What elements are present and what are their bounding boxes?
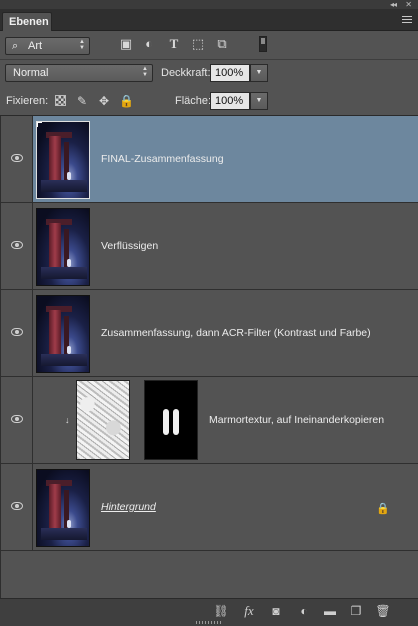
panel-top-strip: ◂◂ ✕ xyxy=(0,0,418,9)
chevron-updown-icon: ▲ ▼ xyxy=(142,66,148,78)
fill-input[interactable]: 100% xyxy=(210,92,250,110)
group-folder-icon[interactable]: ▬ xyxy=(322,603,338,619)
blend-row: Normal ▲ ▼ Deckkraft: 100% ▼ xyxy=(0,60,418,88)
adjustment-layer-icon[interactable]: ◐ xyxy=(296,603,312,619)
smart-object-filter-icon[interactable]: ⧉ xyxy=(214,36,230,52)
eye-icon xyxy=(11,241,23,249)
blend-mode-select[interactable]: Normal ▲ ▼ xyxy=(5,64,153,82)
lock-transparency-icon[interactable] xyxy=(55,95,66,106)
blend-mode-label: Normal xyxy=(13,67,49,79)
shape-filter-icon[interactable]: ⬚ xyxy=(190,36,206,52)
layer-mask-thumbnail[interactable] xyxy=(144,380,198,460)
filter-toggle-switch[interactable] xyxy=(259,36,267,52)
fill-label: Fläche: xyxy=(175,95,212,107)
layer-thumbnail xyxy=(76,380,130,460)
eye-icon xyxy=(11,415,23,423)
layer-thumbnail xyxy=(36,469,90,547)
eye-icon xyxy=(11,328,23,336)
visibility-toggle[interactable] xyxy=(1,203,33,289)
collapse-panel-icon[interactable]: ◂◂ xyxy=(390,0,397,9)
link-icon[interactable]: ⛓ xyxy=(213,603,229,619)
resize-grip[interactable] xyxy=(196,621,222,624)
mask-icon[interactable]: ◙ xyxy=(268,603,284,619)
layer-name[interactable]: Zusammenfassung, dann ACR-Filter (Kontra… xyxy=(101,327,371,339)
image-filter-icon[interactable]: ▣ xyxy=(118,36,134,52)
panel-tab-bar: Ebenen xyxy=(0,9,418,31)
lock-brush-icon[interactable]: ✎ xyxy=(75,94,89,108)
lock-position-icon[interactable]: ✥ xyxy=(97,94,111,108)
layer-row[interactable]: ↓ Marmortextur, auf Ineinanderkopieren xyxy=(1,377,418,464)
layer-row[interactable]: Hintergrund 🔒 xyxy=(1,464,418,551)
search-icon: ⌕ xyxy=(12,40,19,52)
layer-name[interactable]: Marmortextur, auf Ineinanderkopieren xyxy=(209,414,384,426)
chevron-updown-icon: ▲ ▼ xyxy=(79,39,85,51)
visibility-toggle[interactable] xyxy=(1,377,33,463)
eye-icon xyxy=(11,502,23,510)
visibility-toggle[interactable] xyxy=(1,290,33,376)
lock-label: Fixieren: xyxy=(6,95,49,107)
lock-icon: 🔒 xyxy=(376,503,390,515)
visibility-toggle[interactable] xyxy=(1,116,33,202)
panel-menu-icon[interactable] xyxy=(402,16,412,24)
close-panel-icon[interactable]: ✕ xyxy=(405,0,412,9)
tab-layers[interactable]: Ebenen xyxy=(2,12,52,31)
visibility-toggle[interactable] xyxy=(1,464,33,550)
adjustment-filter-icon[interactable]: ◐ xyxy=(141,36,157,52)
layer-thumbnail xyxy=(36,121,90,199)
layer-name[interactable]: Hintergrund xyxy=(101,501,156,513)
opacity-input[interactable]: 100% xyxy=(210,64,250,82)
layer-row[interactable]: FINAL-Zusammenfassung xyxy=(1,116,418,203)
trash-icon[interactable]: 🗑 xyxy=(375,603,391,619)
fill-dropdown-button[interactable]: ▼ xyxy=(250,92,268,110)
eye-icon xyxy=(11,154,23,162)
layer-thumbnail xyxy=(36,295,90,373)
opacity-dropdown-button[interactable]: ▼ xyxy=(250,64,268,82)
layers-list: FINAL-Zusammenfassung Verflüssigen Zusam… xyxy=(0,116,418,598)
type-filter-icon[interactable]: T xyxy=(166,36,182,52)
layer-row[interactable]: Zusammenfassung, dann ACR-Filter (Kontra… xyxy=(1,290,418,377)
layer-name[interactable]: FINAL-Zusammenfassung xyxy=(101,153,224,165)
new-layer-icon[interactable]: ❐ xyxy=(348,603,364,619)
opacity-label: Deckkraft: xyxy=(161,67,211,79)
layer-name[interactable]: Verflüssigen xyxy=(101,240,158,252)
fx-icon[interactable]: fx xyxy=(241,603,257,619)
layer-thumbnail xyxy=(36,208,90,286)
lock-all-icon[interactable]: 🔒 xyxy=(119,94,134,108)
filter-kind-label: Art xyxy=(28,40,43,52)
filter-kind-select[interactable]: ⌕ Art ▲ ▼ xyxy=(5,37,90,55)
filter-row: ⌕ Art ▲ ▼ xyxy=(0,31,418,60)
clipping-mask-icon: ↓ xyxy=(65,415,70,425)
layer-row[interactable]: Verflüssigen xyxy=(1,203,418,290)
layers-footer-toolbar: ⛓ fx ◙ ◐ ▬ ❐ 🗑 xyxy=(0,598,418,626)
